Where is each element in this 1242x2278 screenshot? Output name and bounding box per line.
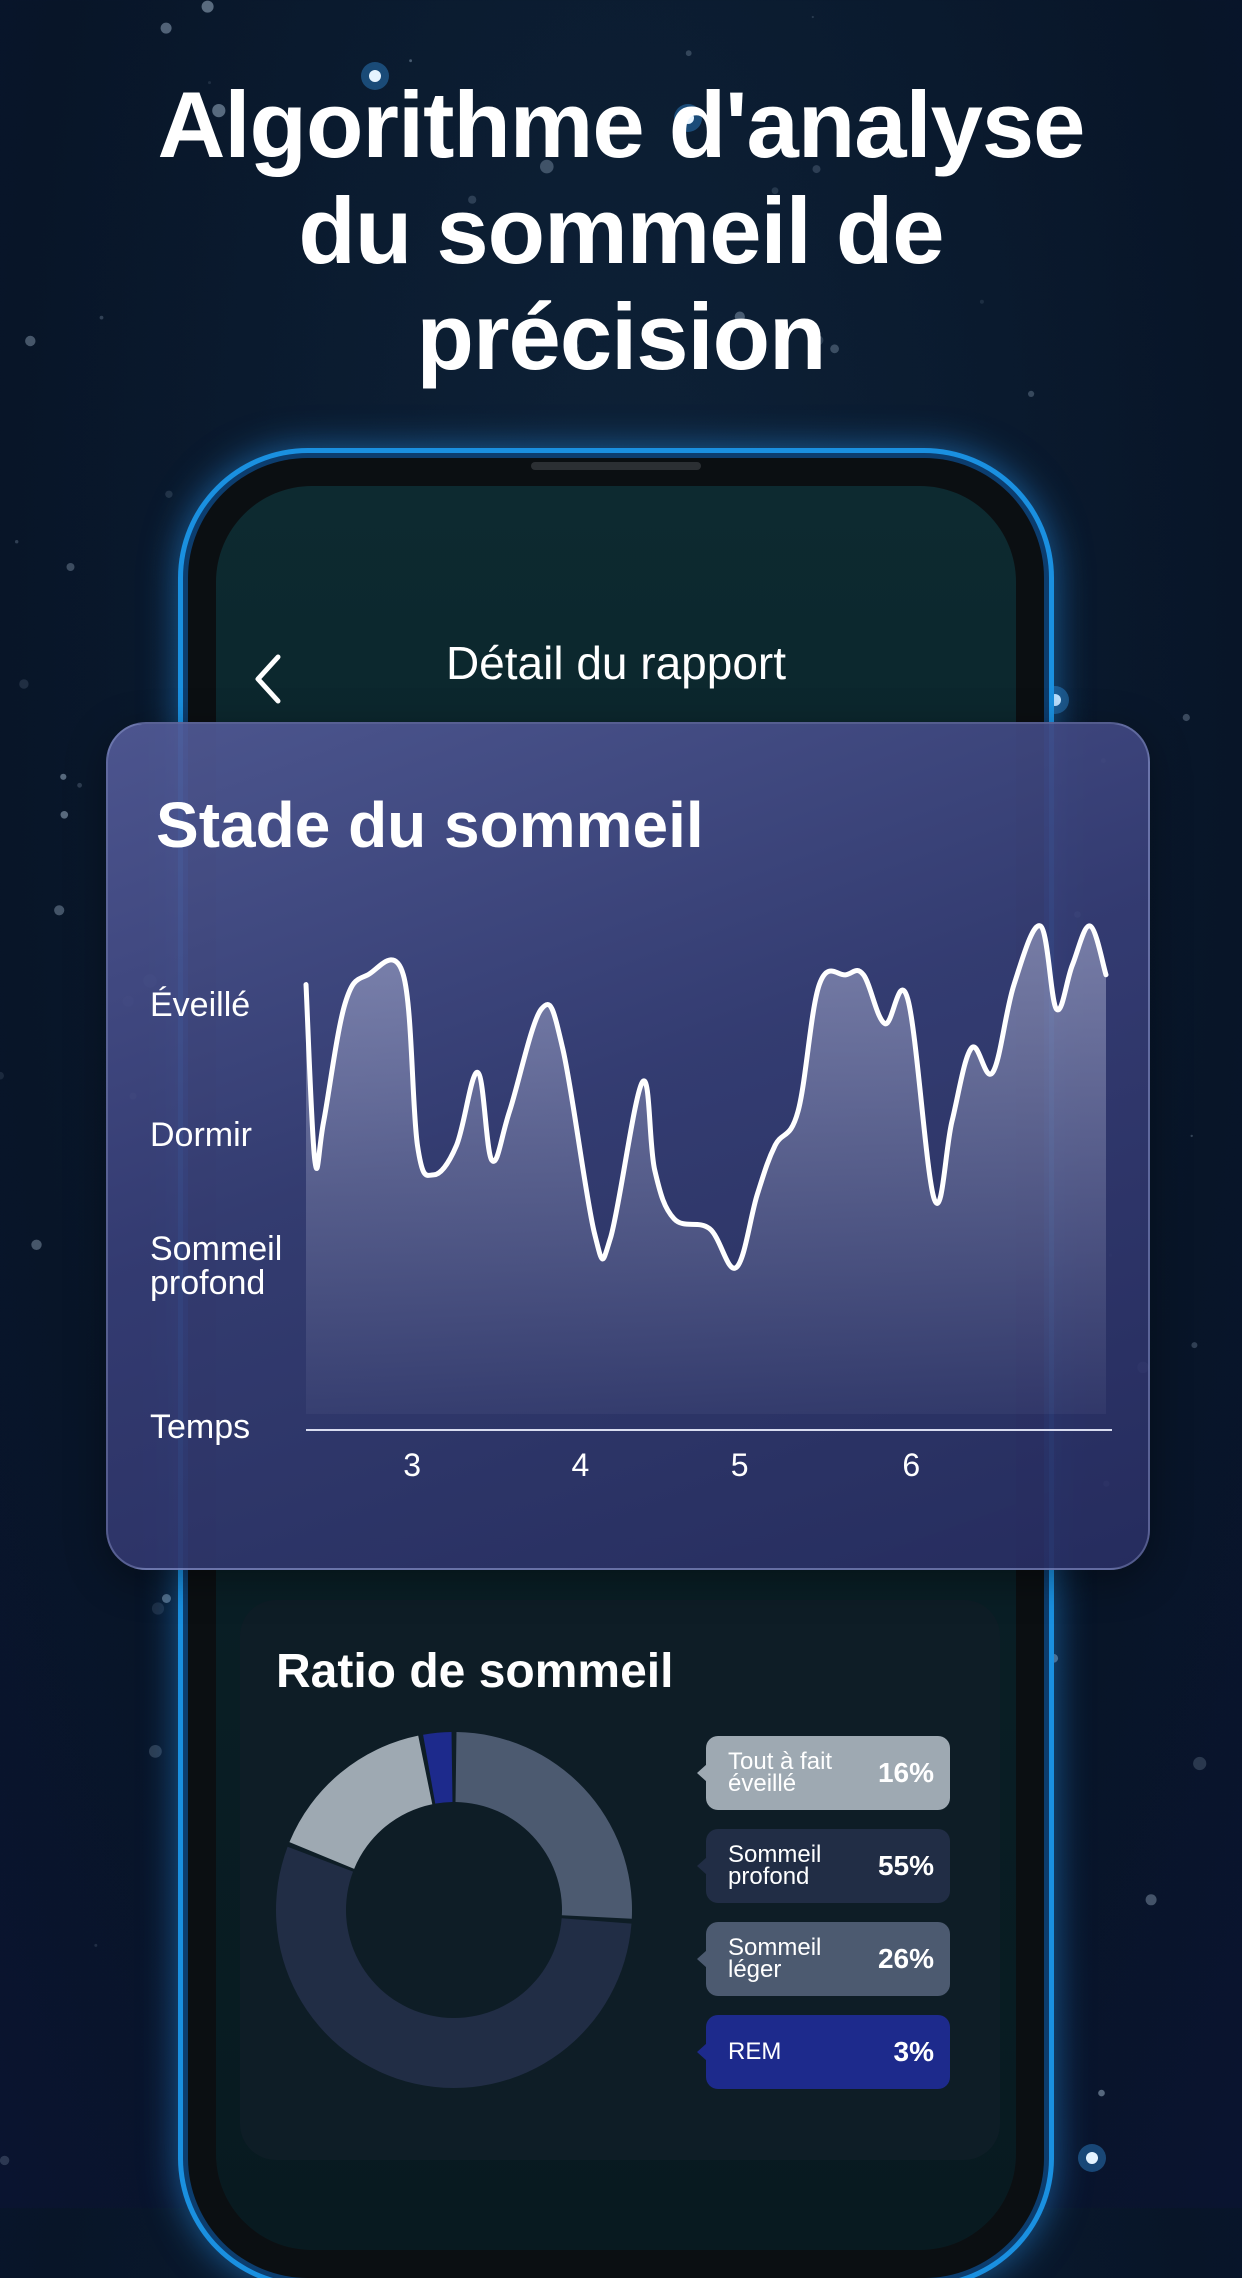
donut-slice bbox=[289, 1735, 433, 1869]
sleep-ratio-donut bbox=[276, 1732, 632, 2088]
star bbox=[685, 50, 692, 57]
x-tick-label: 4 bbox=[571, 1447, 589, 1483]
legend-label: REM bbox=[728, 2038, 782, 2065]
star bbox=[54, 905, 65, 916]
headline-line-1: Algorithme d'analyse bbox=[157, 72, 1086, 177]
x-tick-label: 5 bbox=[731, 1447, 749, 1483]
legend-percent: 16% bbox=[877, 1757, 934, 1788]
legend-label: Sommeil léger bbox=[728, 1934, 822, 1983]
ratio-title: Ratio de sommeil bbox=[276, 1645, 674, 1698]
sleep-ratio-card: Ratio de sommeil Tout à fait éveillé 16%… bbox=[240, 1600, 1000, 2160]
x-tick-label: 6 bbox=[902, 1447, 920, 1483]
sleep-stage-chart: 3 4 5 6 bbox=[303, 923, 1112, 1483]
donut-slice bbox=[455, 1732, 632, 1919]
star bbox=[1098, 2089, 1105, 2097]
star bbox=[811, 15, 814, 19]
ratio-legend: Tout à fait éveillé 16% Sommeil profond … bbox=[697, 1736, 950, 2108]
star bbox=[1193, 1756, 1207, 1771]
glow-star bbox=[1086, 2152, 1098, 2164]
headline: Algorithme d'analyse du sommeil de préci… bbox=[0, 72, 1242, 390]
star bbox=[15, 540, 19, 544]
star bbox=[31, 1239, 42, 1251]
legend-item-awake: Tout à fait éveillé 16% bbox=[697, 1736, 950, 1810]
star bbox=[0, 2155, 10, 2166]
legend-percent: 55% bbox=[877, 1850, 934, 1881]
star bbox=[165, 490, 173, 498]
star bbox=[66, 563, 75, 571]
star bbox=[77, 782, 82, 788]
star bbox=[1182, 713, 1190, 722]
star bbox=[19, 679, 29, 689]
star bbox=[0, 1071, 4, 1080]
legend-item-light-sleep: Sommeil léger 26% bbox=[697, 1922, 950, 1996]
star bbox=[162, 1594, 171, 1603]
legend-label: Tout à fait éveillé bbox=[728, 1748, 833, 1797]
legend-percent: 26% bbox=[877, 1943, 934, 1974]
headline-line-3: précision bbox=[416, 284, 827, 389]
star bbox=[60, 773, 67, 780]
star bbox=[160, 22, 172, 34]
star bbox=[1049, 1653, 1059, 1663]
star bbox=[1191, 1342, 1198, 1349]
sleep-stage-area bbox=[306, 925, 1106, 1414]
legend-percent: 3% bbox=[893, 2036, 934, 2067]
glow-star bbox=[1049, 694, 1061, 706]
legend-label: Sommeil profond bbox=[728, 1841, 822, 1890]
nav-title: Détail du rapport bbox=[445, 637, 787, 689]
star bbox=[1190, 1134, 1193, 1138]
sleep-stage-card: Stade du sommeil Éveillé Dormir Sommeil … bbox=[106, 722, 1150, 1570]
headline-line-2: du sommeil de bbox=[298, 178, 944, 283]
x-tick-label: 3 bbox=[403, 1447, 421, 1483]
star bbox=[1028, 390, 1035, 397]
legend-item-deep-sleep: Sommeil profond 55% bbox=[697, 1829, 950, 1903]
legend-item-rem: REM 3% bbox=[697, 2015, 950, 2089]
star bbox=[94, 1943, 98, 1947]
star bbox=[60, 811, 69, 819]
star bbox=[409, 59, 412, 63]
star bbox=[151, 1602, 165, 1615]
phone-speaker bbox=[531, 462, 701, 470]
star bbox=[1145, 1894, 1157, 1906]
star bbox=[149, 1745, 162, 1758]
star bbox=[201, 0, 214, 13]
